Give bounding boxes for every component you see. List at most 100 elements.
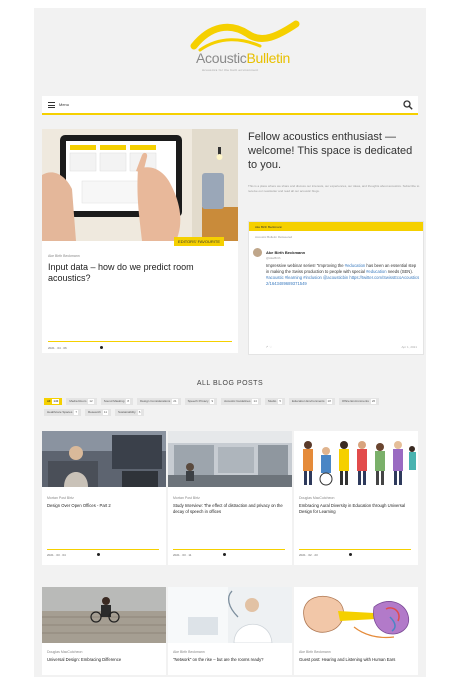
post-card[interactable]: Douglas MacCutcheon Embracing Aural Dive… (294, 431, 418, 565)
logo-wave-icon (190, 20, 300, 52)
post-title[interactable]: Design Over Open Offices - Part 2 (47, 503, 159, 509)
filter-chip[interactable]: Media Room 12 (66, 398, 97, 405)
post-title[interactable]: "Network" on the rise – but are the room… (173, 657, 285, 663)
welcome-heading: Fellow acoustics enthusiast — welcome! T… (248, 131, 413, 171)
tweet-timestamp[interactable]: Apr 1, 2021 (401, 345, 417, 349)
twitter-feed-card[interactable]: Ake Birth Beckmann Acoustic Bulletin Ret… (248, 221, 424, 355)
filter-chip-count: 8 (126, 399, 131, 404)
post-date: 2021 · 02 · 23 (299, 553, 318, 557)
divider (47, 549, 159, 550)
tweet-text: Impressive webinar series! "Improving th… (266, 263, 420, 286)
filter-chip[interactable]: Speech Privacy 9 (184, 398, 218, 405)
filter-chip[interactable]: All 143 (44, 398, 63, 405)
filter-chip-label: Sound Masking (103, 399, 125, 403)
filter-chip-count: 12 (88, 399, 94, 404)
filter-chip-count: 143 (52, 399, 60, 404)
post-image (42, 431, 166, 487)
post-date: 2021 · 03 · 11 (173, 553, 192, 557)
twitter-feed-header[interactable]: Ake Birth Beckmann (249, 222, 423, 231)
filter-chip-label: Speech Privacy (187, 399, 209, 403)
post-card[interactable]: Mortan Post Birtz Design Over Open Offic… (42, 431, 166, 565)
editors-favourite-badge: EDITORS' FAVOURITE (174, 237, 224, 246)
divider (173, 549, 285, 550)
filter-chip[interactable]: Healthcare Spaces 7 (44, 409, 82, 416)
filter-chip[interactable]: Sound Masking 8 (100, 398, 134, 405)
post-image (42, 587, 166, 643)
post-title[interactable]: Embracing Aural Diversity in Education t… (299, 503, 411, 514)
filter-chip-count: 6 (137, 410, 142, 415)
dot-icon (223, 553, 226, 556)
post-author[interactable]: Mortan Post Birtz (47, 496, 74, 500)
all-blog-posts-heading: ALL BLOG POSTS (196, 380, 264, 387)
tweet-actions[interactable]: ↱ ♡ (266, 345, 272, 349)
dot-icon (349, 553, 352, 556)
filter-chip[interactable]: Office Environments 26 (338, 398, 380, 405)
filter-chip-label: Sustainability (118, 410, 136, 414)
filter-chip-count: 9 (210, 399, 215, 404)
post-image (168, 587, 292, 643)
logo-tagline: Acoustics for the built environment (202, 68, 259, 72)
tweet-link[interactable]: #acoustic #learning #inclusion @acoustic… (266, 275, 419, 286)
filter-chip-count: 14 (252, 399, 258, 404)
featured-post-date: 2021 · 04 · 06 (48, 346, 67, 350)
site-logo[interactable]: AcousticBulletin Acoustics for the built… (184, 20, 304, 78)
post-card[interactable]: Mortan Post Birtz Study Interview: The e… (168, 431, 292, 565)
featured-post-image (42, 129, 238, 241)
filter-chip[interactable]: Research 11 (85, 409, 111, 416)
post-author[interactable]: Ake Birth Beckmann (173, 650, 205, 654)
filter-chip-label: Media Room (69, 399, 87, 403)
post-author[interactable]: Ake Birth Beckmann (299, 650, 331, 654)
dot-icon (100, 346, 103, 349)
post-author[interactable]: Douglas MacCutcheon (299, 496, 334, 500)
post-card[interactable]: Douglas MacCutcheon Universal Design: Em… (42, 587, 166, 675)
filter-chip-count: 26 (370, 399, 377, 404)
search-bar[interactable]: Menu (42, 96, 418, 115)
filter-chip-label: All (47, 399, 51, 403)
post-title[interactable]: Guest post: Hearing and Listening with H… (299, 657, 411, 663)
featured-post-author[interactable]: Ake Birth Beckmann (48, 254, 80, 258)
filter-chip-count: 18 (326, 399, 332, 404)
search-icon[interactable] (403, 100, 413, 110)
filter-chip-label: Studio (267, 399, 277, 403)
filter-chip-count: 7 (74, 410, 79, 415)
post-title[interactable]: Study Interview: The effect of distracti… (173, 503, 285, 514)
dot-icon (97, 553, 100, 556)
filter-chip[interactable]: Education Environments 18 (289, 398, 335, 405)
menu-label[interactable]: Menu (59, 102, 69, 107)
filter-chip-label: Education Environments (292, 399, 325, 403)
filter-chip[interactable]: Studio 5 (264, 398, 286, 405)
hashtag-link[interactable]: #education (345, 263, 366, 268)
filter-chip-count: 21 (172, 399, 178, 404)
filter-chip[interactable]: Sustainability 6 (115, 409, 145, 416)
post-image (168, 431, 292, 487)
filter-chip-label: Acoustic Guidelines (224, 399, 251, 403)
welcome-text: This is a place where we share and discu… (248, 184, 420, 193)
filter-chip-count: 11 (102, 410, 108, 415)
post-image (294, 431, 418, 487)
tweet-author-handle[interactable]: @AkeBirth (266, 256, 280, 260)
featured-post-card[interactable]: EDITORS' FAVOURITE Ake Birth Beckmann In… (42, 129, 238, 353)
featured-post-title[interactable]: Input data – how do we predict room acou… (48, 262, 228, 284)
filter-chip-count: 5 (278, 399, 283, 404)
avatar[interactable] (253, 248, 262, 257)
filter-chip-label: Office Environments (341, 399, 369, 403)
category-filters: All 143 Media Room 12 Sound Masking 8 Design C… (44, 398, 416, 420)
post-author[interactable]: Douglas MacCutcheon (47, 650, 82, 654)
divider (299, 549, 411, 550)
post-image (294, 587, 418, 643)
post-author[interactable]: Mortan Post Birtz (173, 496, 200, 500)
post-card[interactable]: Ake Birth Beckmann Guest post: Hearing a… (294, 587, 418, 675)
retweet-note: Acoustic Bulletin Retweeted (255, 235, 293, 239)
filter-chip-label: Design Considerations (140, 399, 171, 403)
filter-chip-label: Research (88, 410, 101, 414)
hashtag-link[interactable]: #education (366, 269, 387, 274)
tweet-author-name[interactable]: Ake Birth Beckmann (266, 250, 305, 255)
filter-chip[interactable]: Acoustic Guidelines 14 (221, 398, 261, 405)
hamburger-icon[interactable] (48, 102, 55, 108)
filter-chip[interactable]: Design Considerations 21 (137, 398, 181, 405)
logo-wordmark: AcousticBulletin (196, 50, 291, 66)
post-date: 2021 · 03 · 04 (47, 553, 66, 557)
page-background: AcousticBulletin Acoustics for the built… (34, 8, 426, 677)
post-card[interactable]: Ake Birth Beckmann "Network" on the rise… (168, 587, 292, 675)
post-title[interactable]: Universal Design: Embracing Difference (47, 657, 159, 663)
